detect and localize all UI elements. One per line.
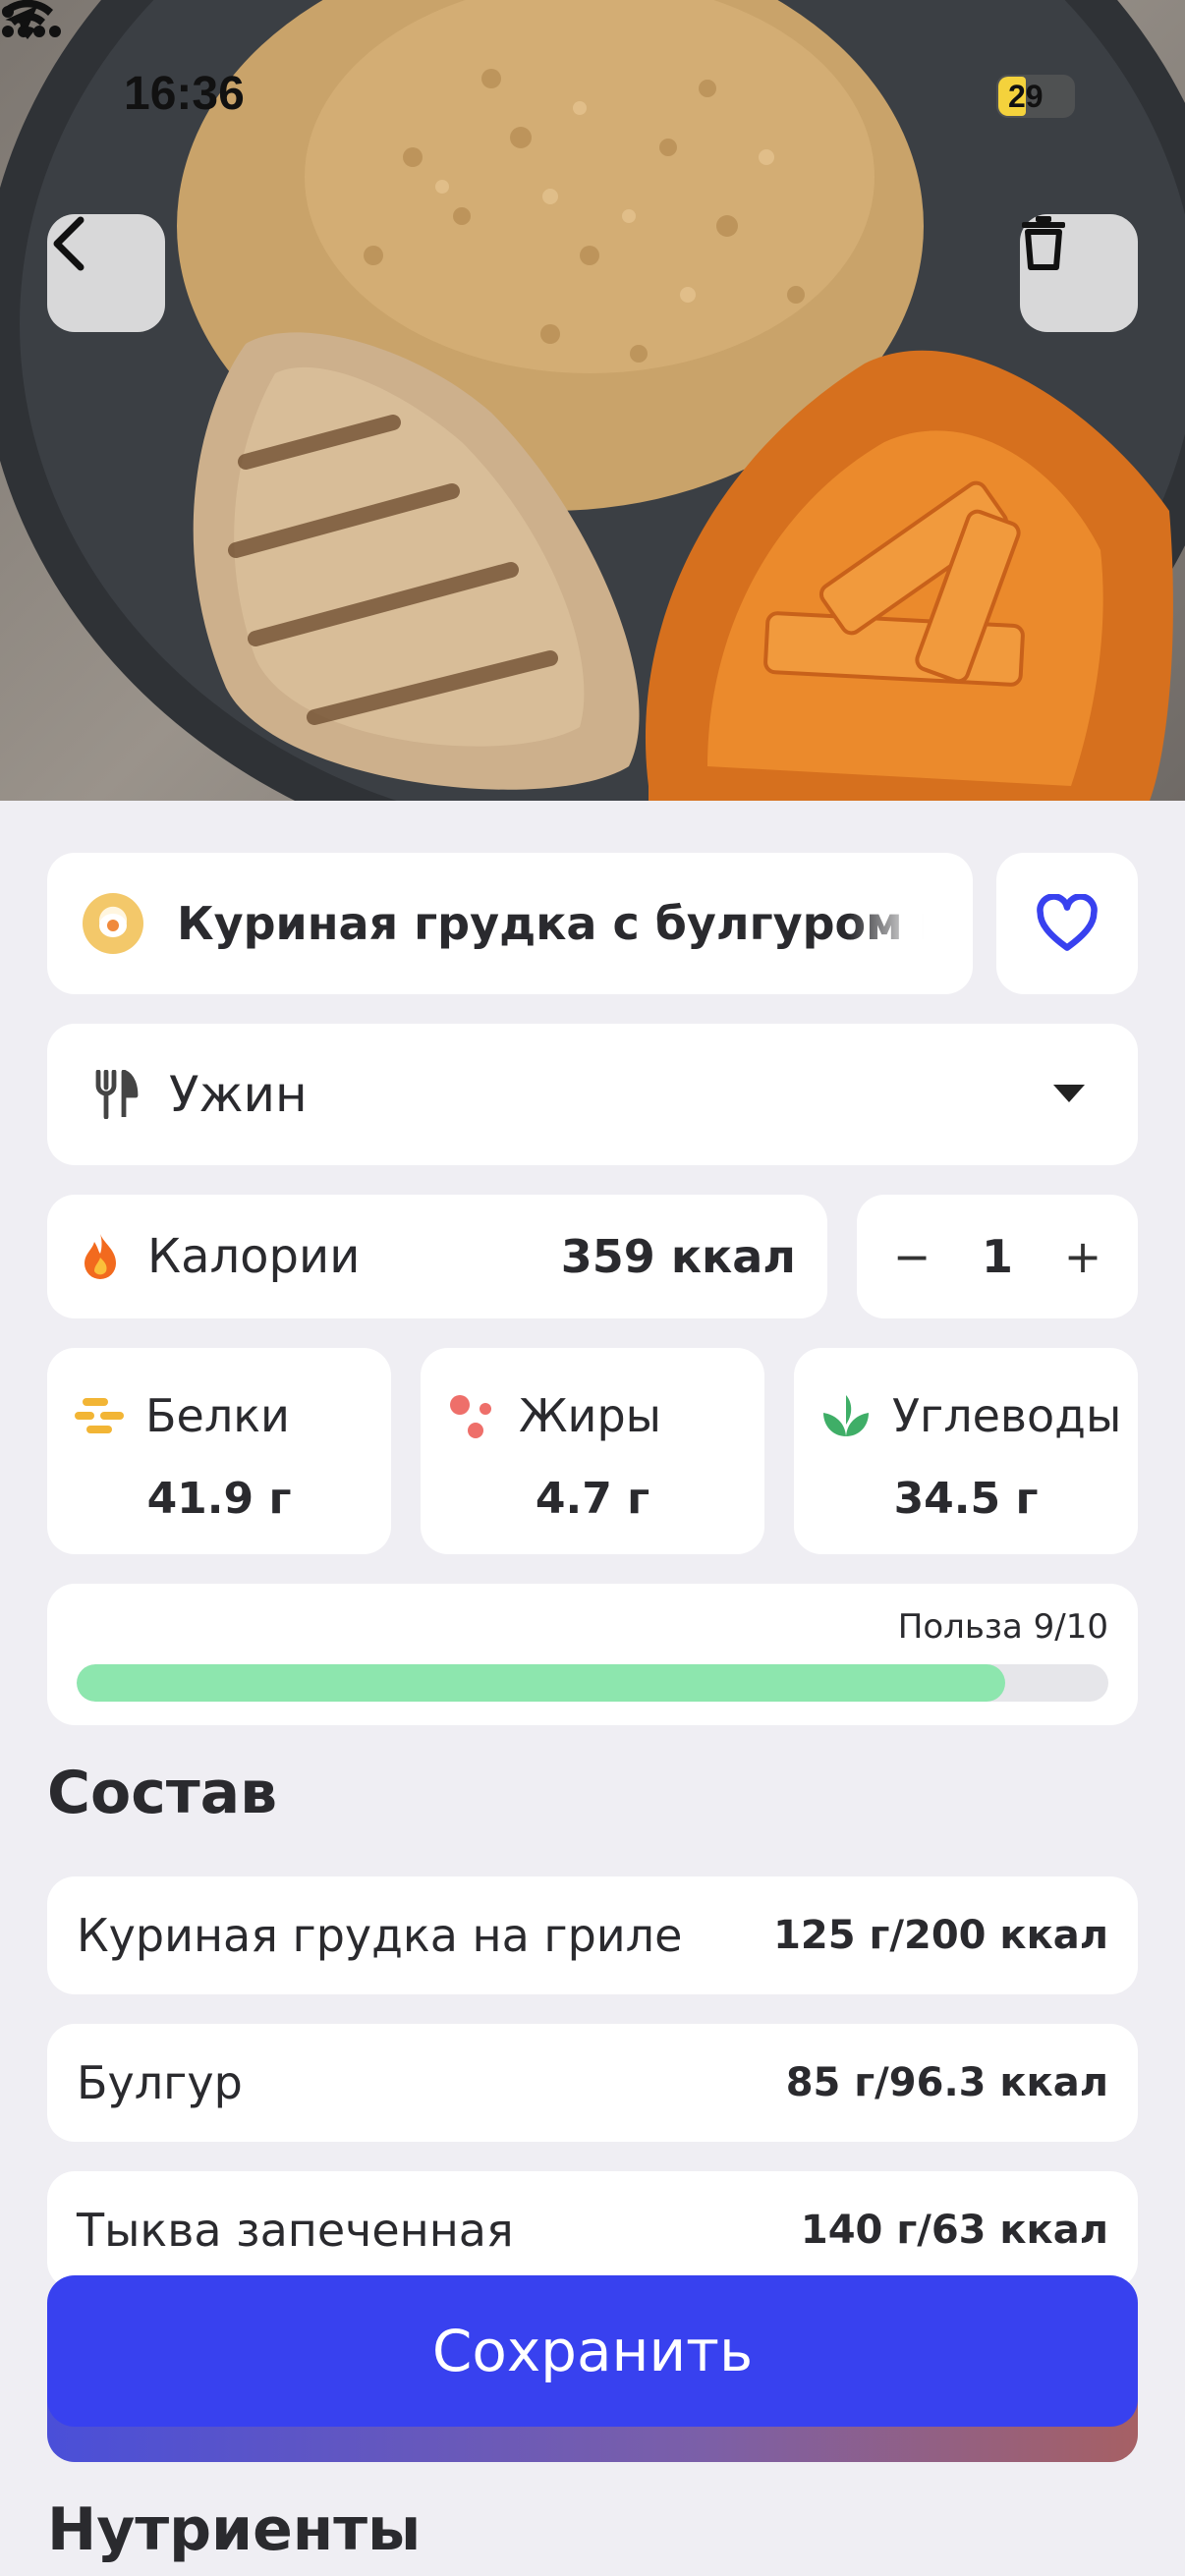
- benefit-progress-fill: [77, 1664, 1005, 1702]
- composition-title: Состав: [47, 1759, 278, 1827]
- meal-type-value: Ужин: [169, 1066, 308, 1123]
- wifi-icon: [2, 0, 53, 39]
- calories-label: Калории: [147, 1229, 361, 1284]
- trash-icon: [1022, 216, 1065, 270]
- status-bar: 16:36 29: [0, 0, 1185, 196]
- battery-indicator: 29: [996, 75, 1075, 118]
- status-time: 16:36: [124, 68, 245, 120]
- heart-icon: [1037, 894, 1098, 951]
- dish-name: Куриная грудка с булгуром и тыквой: [177, 897, 924, 950]
- benefit-label: Польза 9/10: [897, 1607, 1108, 1647]
- ingredient-amount: 85 г/96.3 ккал: [785, 2060, 1108, 2105]
- fat-label: Жиры: [519, 1389, 661, 1442]
- protein-card: Белки 41.9 г: [47, 1348, 391, 1554]
- carbs-value: 34.5 г: [893, 1474, 1039, 1524]
- nutrients-title: Нутриенты: [47, 2495, 422, 2564]
- fat-icon: [450, 1395, 491, 1438]
- dish-name-field[interactable]: Куриная грудка с булгуром и тыквой: [47, 853, 973, 994]
- fat-value: 4.7 г: [535, 1474, 650, 1524]
- dish-emoji-icon: [83, 893, 143, 954]
- calories-card: Калории 359 ккал: [47, 1195, 827, 1318]
- carbs-label: Углеводы: [892, 1389, 1122, 1442]
- benefit-progress-track: [77, 1664, 1108, 1702]
- ingredient-row[interactable]: Тыква запеченная 140 г/63 ккал: [47, 2171, 1138, 2289]
- ingredient-name: Булгур: [77, 2056, 243, 2109]
- leaf-icon: [823, 1395, 869, 1436]
- benefit-card: Польза 9/10: [47, 1584, 1138, 1725]
- protein-label: Белки: [145, 1389, 290, 1442]
- flame-icon: [85, 1234, 116, 1279]
- ingredient-row[interactable]: Куриная грудка на гриле 125 г/200 ккал: [47, 1876, 1138, 1994]
- protein-icon: [75, 1398, 124, 1433]
- quantity-stepper: − 1 +: [857, 1195, 1138, 1318]
- carbs-card: Углеводы 34.5 г: [794, 1348, 1138, 1554]
- protein-value: 41.9 г: [146, 1474, 292, 1524]
- fat-card: Жиры 4.7 г: [421, 1348, 764, 1554]
- ingredient-amount: 140 г/63 ккал: [800, 2208, 1108, 2253]
- ingredient-name: Тыква запеченная: [77, 2204, 514, 2257]
- battery-percent: 29: [1008, 78, 1044, 114]
- favorite-button[interactable]: [996, 853, 1138, 994]
- ingredient-amount: 125 г/200 ккал: [773, 1913, 1108, 1958]
- ingredient-row[interactable]: Булгур 85 г/96.3 ккал: [47, 2024, 1138, 2142]
- ingredient-name: Куриная грудка на гриле: [77, 1909, 683, 1962]
- quantity-value[interactable]: 1: [982, 1230, 1013, 1283]
- dish-photo: 16:36 29: [0, 0, 1185, 801]
- fork-knife-icon: [95, 1070, 139, 1119]
- back-button[interactable]: [47, 214, 165, 332]
- chevron-left-icon: [53, 216, 85, 271]
- meal-type-select[interactable]: Ужин: [47, 1024, 1138, 1165]
- delete-button[interactable]: [1020, 214, 1138, 332]
- decrement-button[interactable]: −: [892, 1234, 931, 1279]
- caret-down-icon: [1053, 1085, 1085, 1102]
- calories-value: 359 ккал: [560, 1230, 796, 1283]
- increment-button[interactable]: +: [1063, 1234, 1102, 1279]
- save-button[interactable]: Сохранить: [47, 2275, 1138, 2427]
